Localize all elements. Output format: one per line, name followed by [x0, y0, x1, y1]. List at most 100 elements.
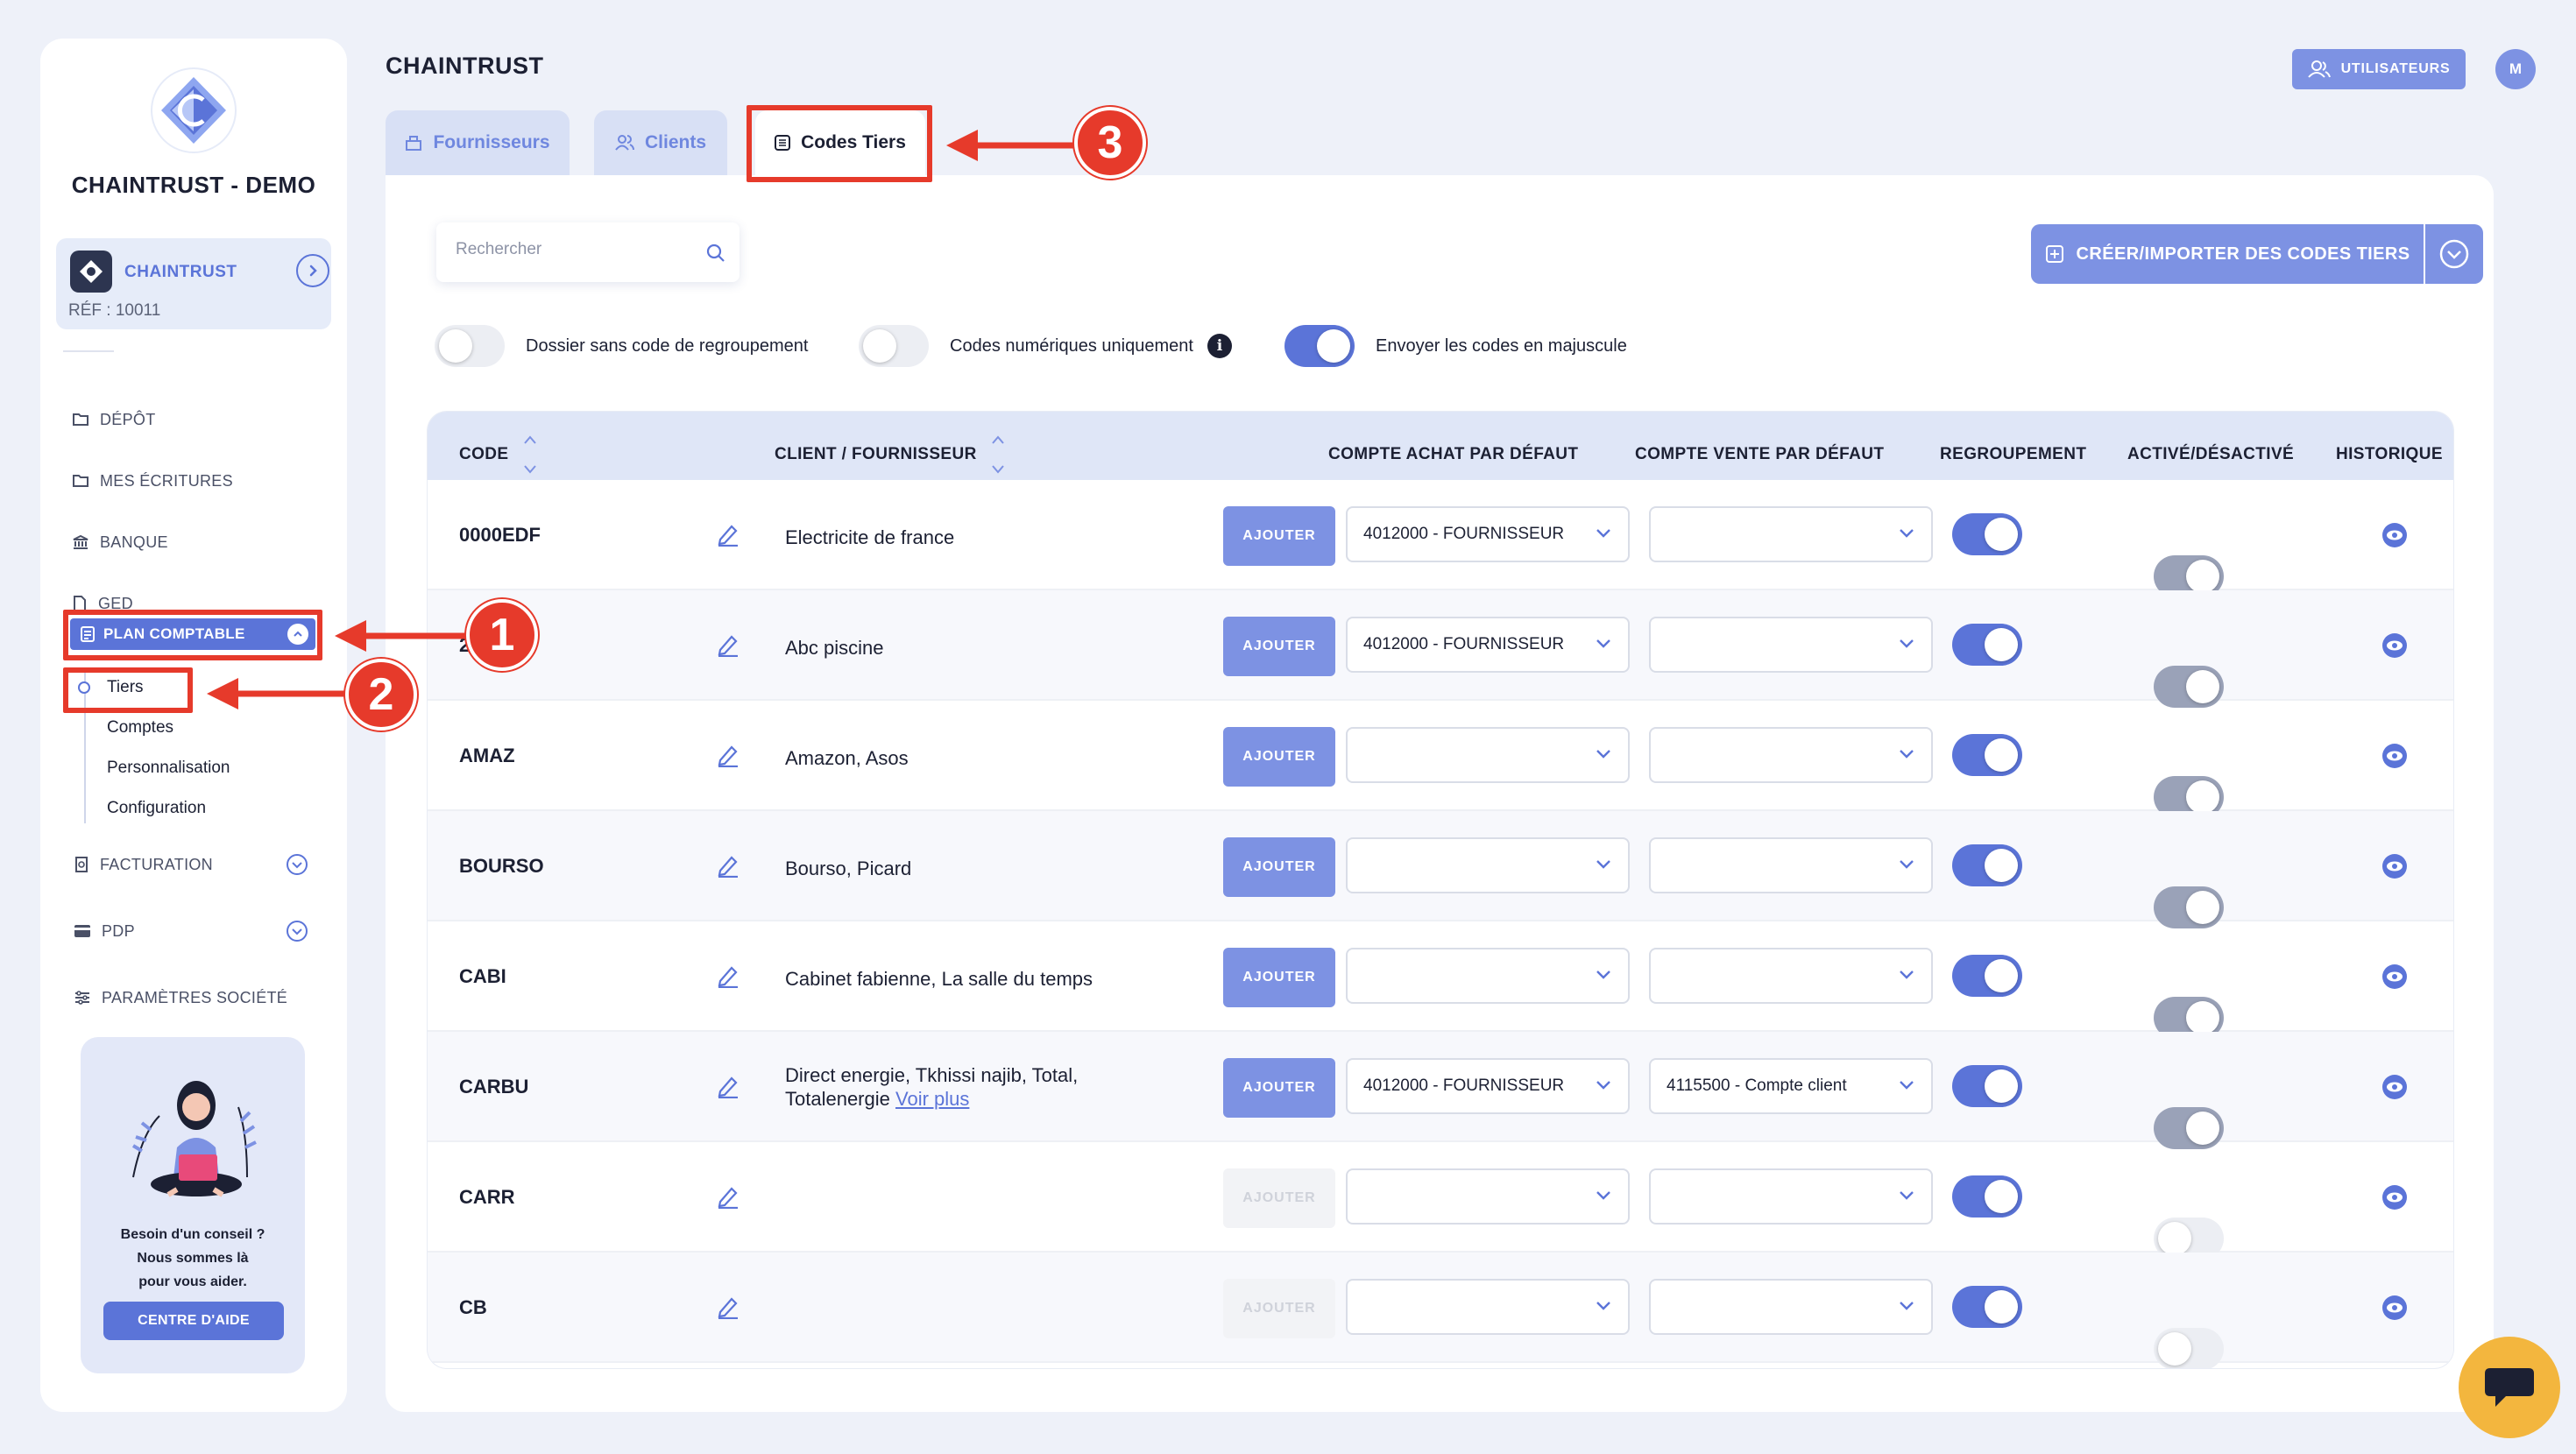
sort-icon[interactable]: [991, 433, 1005, 476]
tab-label: Fournisseurs: [433, 132, 550, 152]
see-more-link[interactable]: Voir plus: [895, 1088, 969, 1110]
tab-clients[interactable]: Clients: [594, 110, 727, 175]
regroupement-toggle[interactable]: [1952, 513, 2022, 555]
chat-launcher[interactable]: [2459, 1337, 2560, 1438]
annotation-badge-1: 1: [466, 599, 538, 671]
eye-icon[interactable]: [2380, 853, 2410, 879]
pencil-icon[interactable]: [717, 1184, 740, 1209]
chevron-right-icon[interactable]: [296, 254, 329, 287]
eye-icon[interactable]: [2380, 1184, 2410, 1210]
eye-icon[interactable]: [2380, 743, 2410, 769]
eye-icon[interactable]: [2380, 1074, 2410, 1100]
add-button[interactable]: AJOUTER: [1223, 1058, 1335, 1118]
compte-vente-select[interactable]: [1649, 948, 1933, 1004]
chevron-down-icon: [1900, 529, 1914, 538]
option-label: Codes numériques uniquement: [950, 335, 1193, 356]
subnav-comptes[interactable]: Comptes: [107, 718, 173, 738]
regroupement-toggle[interactable]: [1952, 955, 2022, 997]
nav-mes-ecritures[interactable]: MES ÉCRITURES: [72, 468, 233, 494]
compte-achat-select[interactable]: 4012000 - FOURNISSEUR: [1346, 1058, 1630, 1114]
compte-achat-select[interactable]: [1346, 1279, 1630, 1335]
compte-vente-select[interactable]: [1649, 506, 1933, 562]
chevron-down-icon[interactable]: [286, 853, 308, 876]
add-button[interactable]: AJOUTER: [1223, 506, 1335, 566]
annotation-box-codes-tiers: [747, 105, 932, 182]
help-card: Besoin d'un conseil ? Nous sommes là pou…: [81, 1037, 305, 1373]
compte-achat-select[interactable]: [1346, 727, 1630, 783]
tab-label: Clients: [644, 132, 706, 152]
create-import-button[interactable]: CRÉER/IMPORTER DES CODES TIERS: [2031, 224, 2424, 284]
compte-achat-select[interactable]: [1346, 837, 1630, 893]
regroupement-toggle[interactable]: [1952, 1175, 2022, 1218]
add-button[interactable]: AJOUTER: [1223, 1168, 1335, 1228]
eye-icon[interactable]: [2380, 522, 2410, 548]
search-icon[interactable]: [706, 244, 725, 263]
regroupement-toggle[interactable]: [1952, 624, 2022, 666]
compte-achat-select[interactable]: 4012000 - FOURNISSEUR: [1346, 506, 1630, 562]
pencil-icon[interactable]: [717, 632, 740, 657]
nav-parametres-societe[interactable]: PARAMÈTRES SOCIÉTÉ: [74, 985, 287, 1011]
compte-vente-select[interactable]: [1649, 1279, 1933, 1335]
compte-achat-select[interactable]: 4012000 - FOURNISSEUR: [1346, 617, 1630, 673]
chevron-down-icon: [1900, 639, 1914, 648]
add-button[interactable]: AJOUTER: [1223, 727, 1335, 787]
compte-vente-select[interactable]: [1649, 837, 1933, 893]
regroupement-toggle[interactable]: [1952, 844, 2022, 886]
search-box[interactable]: [436, 222, 740, 282]
compte-vente-select[interactable]: [1649, 617, 1933, 673]
nav-depot[interactable]: DÉPÔT: [72, 406, 156, 433]
add-button[interactable]: AJOUTER: [1223, 1279, 1335, 1338]
regroupement-toggle[interactable]: [1952, 1286, 2022, 1328]
col-client-fournisseur[interactable]: CLIENT / FOURNISSEUR: [775, 433, 1005, 476]
account-card[interactable]: CHAINTRUST RÉF : 10011: [56, 238, 331, 329]
table-row: AMAZ Amazon, Asos AJOUTER: [428, 701, 2453, 818]
chevron-down-icon[interactable]: [286, 920, 308, 942]
annotation-badge-2: 2: [345, 659, 417, 731]
pencil-icon[interactable]: [717, 963, 740, 988]
add-button[interactable]: AJOUTER: [1223, 617, 1335, 676]
nav-pdp[interactable]: PDP: [74, 918, 319, 944]
regroupement-toggle[interactable]: [1952, 734, 2022, 776]
chevron-down-icon: [1596, 639, 1610, 648]
compte-vente-select[interactable]: [1649, 1168, 1933, 1225]
sort-icon[interactable]: [523, 433, 537, 476]
col-active: ACTIVÉ/DÉSACTIVÉ: [2127, 445, 2295, 463]
help-center-button[interactable]: CENTRE D'AIDE: [103, 1302, 284, 1340]
eye-icon[interactable]: [2380, 963, 2410, 990]
avatar[interactable]: M: [2495, 49, 2536, 89]
users-button[interactable]: UTILISATEURS: [2292, 49, 2466, 89]
subnav-configuration[interactable]: Configuration: [107, 799, 206, 818]
add-button[interactable]: AJOUTER: [1223, 948, 1335, 1007]
info-icon[interactable]: i: [1207, 334, 1232, 358]
client-name: Amazon, Asos: [785, 747, 909, 769]
col-code[interactable]: CODE: [459, 433, 537, 476]
tab-fournisseurs[interactable]: Fournisseurs: [386, 110, 570, 175]
eye-icon[interactable]: [2380, 1295, 2410, 1321]
compte-achat-select[interactable]: [1346, 1168, 1630, 1225]
pencil-icon[interactable]: [717, 522, 740, 547]
toggle-sans-regroupement[interactable]: [435, 325, 505, 367]
compte-vente-select[interactable]: 4115500 - Compte client: [1649, 1058, 1933, 1114]
nav-banque[interactable]: BANQUE: [72, 529, 168, 555]
create-dropdown-button[interactable]: [2425, 224, 2483, 284]
users-button-label: UTILISATEURS: [2340, 61, 2451, 76]
compte-vente-select[interactable]: [1649, 727, 1933, 783]
client-name: Bourso, Picard: [785, 858, 912, 879]
pencil-icon[interactable]: [717, 853, 740, 878]
codes-tiers-table: CODE CLIENT / FOURNISSEUR COMPTE ACHAT P…: [428, 412, 2453, 1368]
pencil-icon[interactable]: [717, 743, 740, 767]
toggle-codes-numeriques[interactable]: [859, 325, 929, 367]
regroupement-toggle[interactable]: [1952, 1065, 2022, 1107]
search-input[interactable]: [456, 240, 692, 259]
toggle-majuscule[interactable]: [1284, 325, 1355, 367]
nav-facturation[interactable]: FACTURATION: [74, 851, 319, 878]
add-button[interactable]: AJOUTER: [1223, 837, 1335, 897]
sliders-icon: [75, 991, 89, 1005]
users-icon: [615, 135, 634, 151]
active-toggle[interactable]: [2154, 1328, 2224, 1368]
eye-icon[interactable]: [2380, 632, 2410, 659]
pencil-icon[interactable]: [717, 1074, 740, 1098]
pencil-icon[interactable]: [717, 1295, 740, 1319]
compte-achat-select[interactable]: [1346, 948, 1630, 1004]
subnav-personnalisation[interactable]: Personnalisation: [107, 759, 230, 778]
